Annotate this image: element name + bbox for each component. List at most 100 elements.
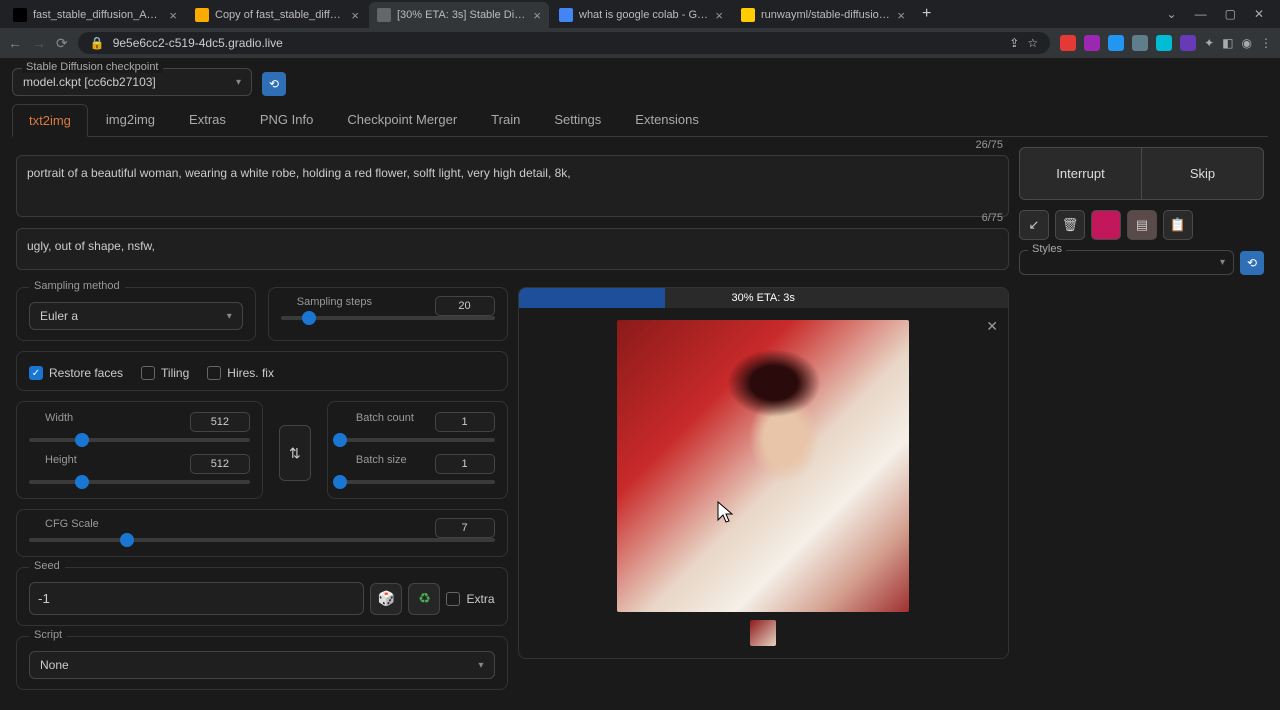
- refresh-styles-button[interactable]: ⟲: [1240, 251, 1264, 275]
- tab-close-icon[interactable]: ×: [715, 8, 723, 23]
- account-icon[interactable]: ◉: [1242, 36, 1252, 50]
- tab-close-icon[interactable]: ×: [351, 8, 359, 23]
- pink-icon[interactable]: [1091, 210, 1121, 240]
- trash-icon[interactable]: 🗑: [1055, 210, 1085, 240]
- seed-label: Seed: [29, 560, 65, 572]
- batch-count-slider[interactable]: [340, 438, 495, 442]
- sampling-method-select[interactable]: Euler a ▾: [29, 302, 243, 330]
- script-label: Script: [29, 629, 67, 641]
- batch-count-label: Batch count: [352, 412, 418, 424]
- minimize-icon[interactable]: —: [1195, 7, 1207, 21]
- generated-image[interactable]: [617, 320, 909, 612]
- browser-tab[interactable]: what is google colab - Google×: [551, 2, 731, 28]
- ext-icon-6[interactable]: [1180, 35, 1196, 51]
- new-tab-button[interactable]: +: [914, 5, 939, 23]
- height-value[interactable]: 512: [190, 454, 250, 474]
- ext-icon-3[interactable]: [1108, 35, 1124, 51]
- checkpoint-value: model.ckpt [cc6cb27103]: [23, 75, 156, 89]
- tab-settings[interactable]: Settings: [538, 104, 617, 136]
- tab-img2img[interactable]: img2img: [90, 104, 171, 136]
- reuse-seed-button[interactable]: ♻: [408, 583, 440, 615]
- extra-seed-checkbox[interactable]: Extra: [446, 592, 494, 606]
- height-slider[interactable]: [29, 480, 250, 484]
- chevron-down-icon: ▾: [236, 77, 241, 88]
- back-icon[interactable]: ←: [8, 35, 22, 51]
- width-slider[interactable]: [29, 438, 250, 442]
- script-select[interactable]: None ▾: [29, 651, 495, 679]
- close-preview-button[interactable]: ✕: [986, 318, 998, 335]
- sampling-method-label: Sampling method: [29, 280, 125, 292]
- ext-icon-1[interactable]: [1060, 35, 1076, 51]
- sampling-steps-value[interactable]: 20: [435, 296, 495, 316]
- tab-png-info[interactable]: PNG Info: [244, 104, 329, 136]
- main-tabs: txt2imgimg2imgExtrasPNG InfoCheckpoint M…: [12, 104, 1268, 137]
- skip-button[interactable]: Skip: [1142, 147, 1264, 200]
- batch-count-value[interactable]: 1: [435, 412, 495, 432]
- browser-tab[interactable]: [30% ETA: 3s] Stable Diffusion×: [369, 2, 549, 28]
- cfg-slider[interactable]: [29, 538, 495, 542]
- batch-size-value[interactable]: 1: [435, 454, 495, 474]
- address-bar: ← → ⟳ 🔒 9e5e6cc2-c519-4dc5.gradio.live ⇪…: [0, 28, 1280, 58]
- negative-prompt-input[interactable]: [16, 228, 1009, 270]
- sampling-steps-label: Sampling steps: [293, 296, 376, 308]
- chevron-down-icon: ▾: [1220, 257, 1225, 268]
- browser-tab[interactable]: Copy of fast_stable_diffusion×: [187, 2, 367, 28]
- hires-fix-checkbox[interactable]: Hires. fix: [207, 366, 274, 380]
- sidepanel-icon[interactable]: ◧: [1222, 36, 1233, 50]
- extension-icons: ✦ ◧ ◉ ⋮: [1060, 35, 1272, 51]
- extensions-icon[interactable]: ✦: [1204, 36, 1214, 50]
- star-icon[interactable]: ☆: [1027, 36, 1038, 50]
- seed-input[interactable]: [29, 582, 364, 615]
- checkpoint-label: Stable Diffusion checkpoint: [22, 61, 163, 73]
- refresh-checkpoint-button[interactable]: ⟲: [262, 72, 286, 96]
- cfg-label: CFG Scale: [41, 518, 103, 530]
- chevron-down-icon[interactable]: ⌄: [1167, 7, 1177, 21]
- ext-icon-2[interactable]: [1084, 35, 1100, 51]
- interrupt-button[interactable]: Interrupt: [1019, 147, 1142, 200]
- chevron-down-icon: ▾: [227, 311, 232, 322]
- tab-extras[interactable]: Extras: [173, 104, 242, 136]
- batch-size-slider[interactable]: [340, 480, 495, 484]
- url-input[interactable]: 🔒 9e5e6cc2-c519-4dc5.gradio.live ⇪ ☆: [78, 32, 1050, 54]
- share-icon[interactable]: ⇪: [1009, 36, 1019, 50]
- prompt-token-count: 26/75: [975, 139, 1003, 151]
- tiling-checkbox[interactable]: Tiling: [141, 366, 189, 380]
- batch-size-label: Batch size: [352, 454, 411, 466]
- menu-icon[interactable]: ⋮: [1260, 36, 1272, 50]
- secure-icon: 🔒: [90, 36, 105, 50]
- window-controls: ⌄ — ▢ ✕: [1155, 7, 1276, 21]
- sampling-steps-slider[interactable]: [281, 316, 495, 320]
- tab-checkpoint-merger[interactable]: Checkpoint Merger: [331, 104, 473, 136]
- close-icon[interactable]: ✕: [1254, 7, 1264, 21]
- url-text: 9e5e6cc2-c519-4dc5.gradio.live: [113, 36, 283, 50]
- swap-dimensions-button[interactable]: ⇅: [279, 425, 311, 481]
- progress-bar: 30% ETA: 3s: [519, 288, 1009, 308]
- browser-tab-strip: fast_stable_diffusion_AUTOM×Copy of fast…: [0, 0, 1280, 28]
- width-label: Width: [41, 412, 77, 424]
- paste-icon[interactable]: 📋: [1163, 210, 1193, 240]
- forward-icon: →: [32, 35, 46, 51]
- arrow-icon[interactable]: ↙: [1019, 210, 1049, 240]
- styles-select[interactable]: Styles ▾: [1019, 250, 1234, 275]
- thumbnail[interactable]: [750, 620, 776, 646]
- ext-icon-5[interactable]: [1156, 35, 1172, 51]
- tab-train[interactable]: Train: [475, 104, 536, 136]
- browser-tab[interactable]: fast_stable_diffusion_AUTOM×: [5, 2, 185, 28]
- cfg-value[interactable]: 7: [435, 518, 495, 538]
- tab-extensions[interactable]: Extensions: [619, 104, 715, 136]
- height-label: Height: [41, 454, 81, 466]
- maximize-icon[interactable]: ▢: [1225, 7, 1236, 21]
- tab-close-icon[interactable]: ×: [169, 8, 177, 23]
- prompt-input[interactable]: [16, 155, 1009, 217]
- tab-close-icon[interactable]: ×: [533, 8, 541, 23]
- tab-close-icon[interactable]: ×: [897, 8, 905, 23]
- chevron-down-icon: ▾: [478, 660, 483, 671]
- card-icon[interactable]: ▤: [1127, 210, 1157, 240]
- tab-txt2img[interactable]: txt2img: [12, 104, 88, 137]
- reload-icon[interactable]: ⟳: [56, 35, 68, 52]
- width-value[interactable]: 512: [190, 412, 250, 432]
- restore-faces-checkbox[interactable]: ✓Restore faces: [29, 366, 123, 380]
- random-seed-button[interactable]: 🎲: [370, 583, 402, 615]
- ext-icon-4[interactable]: [1132, 35, 1148, 51]
- browser-tab[interactable]: runwayml/stable-diffusion-v1×: [733, 2, 913, 28]
